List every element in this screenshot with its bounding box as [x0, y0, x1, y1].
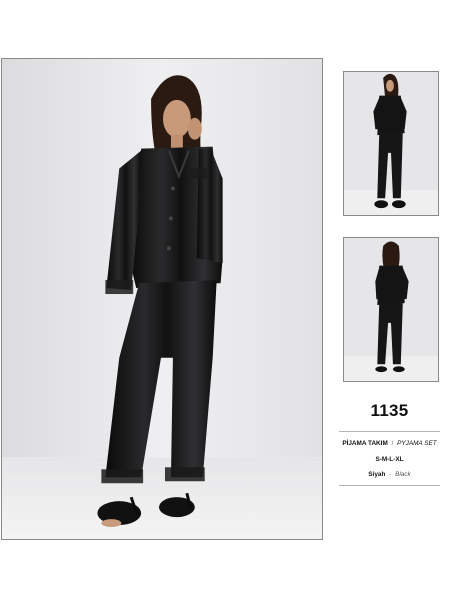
product-name-line: PİJAMA TAKIM / PYJAMA SET	[339, 440, 440, 447]
thumbnail-back-photo[interactable]	[343, 237, 439, 382]
model-front-thumbnail-image	[344, 72, 438, 215]
product-name-tr: PİJAMA TAKIM	[342, 440, 388, 447]
model-front-image	[2, 59, 322, 539]
product-color-line: Siyah - Black	[339, 471, 440, 478]
product-name-separator: /	[391, 440, 394, 447]
divider-bottom	[339, 485, 440, 486]
product-color-en: Black	[395, 471, 411, 478]
product-name-en: PYJAMA SET	[397, 440, 437, 447]
divider-top	[339, 431, 440, 432]
product-code: 1135	[370, 401, 409, 420]
product-color-separator: -	[389, 471, 392, 478]
product-sizes: S-M-L-XL	[375, 456, 404, 463]
main-product-photo	[1, 58, 323, 540]
model-back-thumbnail-image	[344, 238, 438, 381]
product-color-tr: Siyah	[368, 471, 386, 478]
thumbnail-front-photo[interactable]	[343, 71, 439, 216]
